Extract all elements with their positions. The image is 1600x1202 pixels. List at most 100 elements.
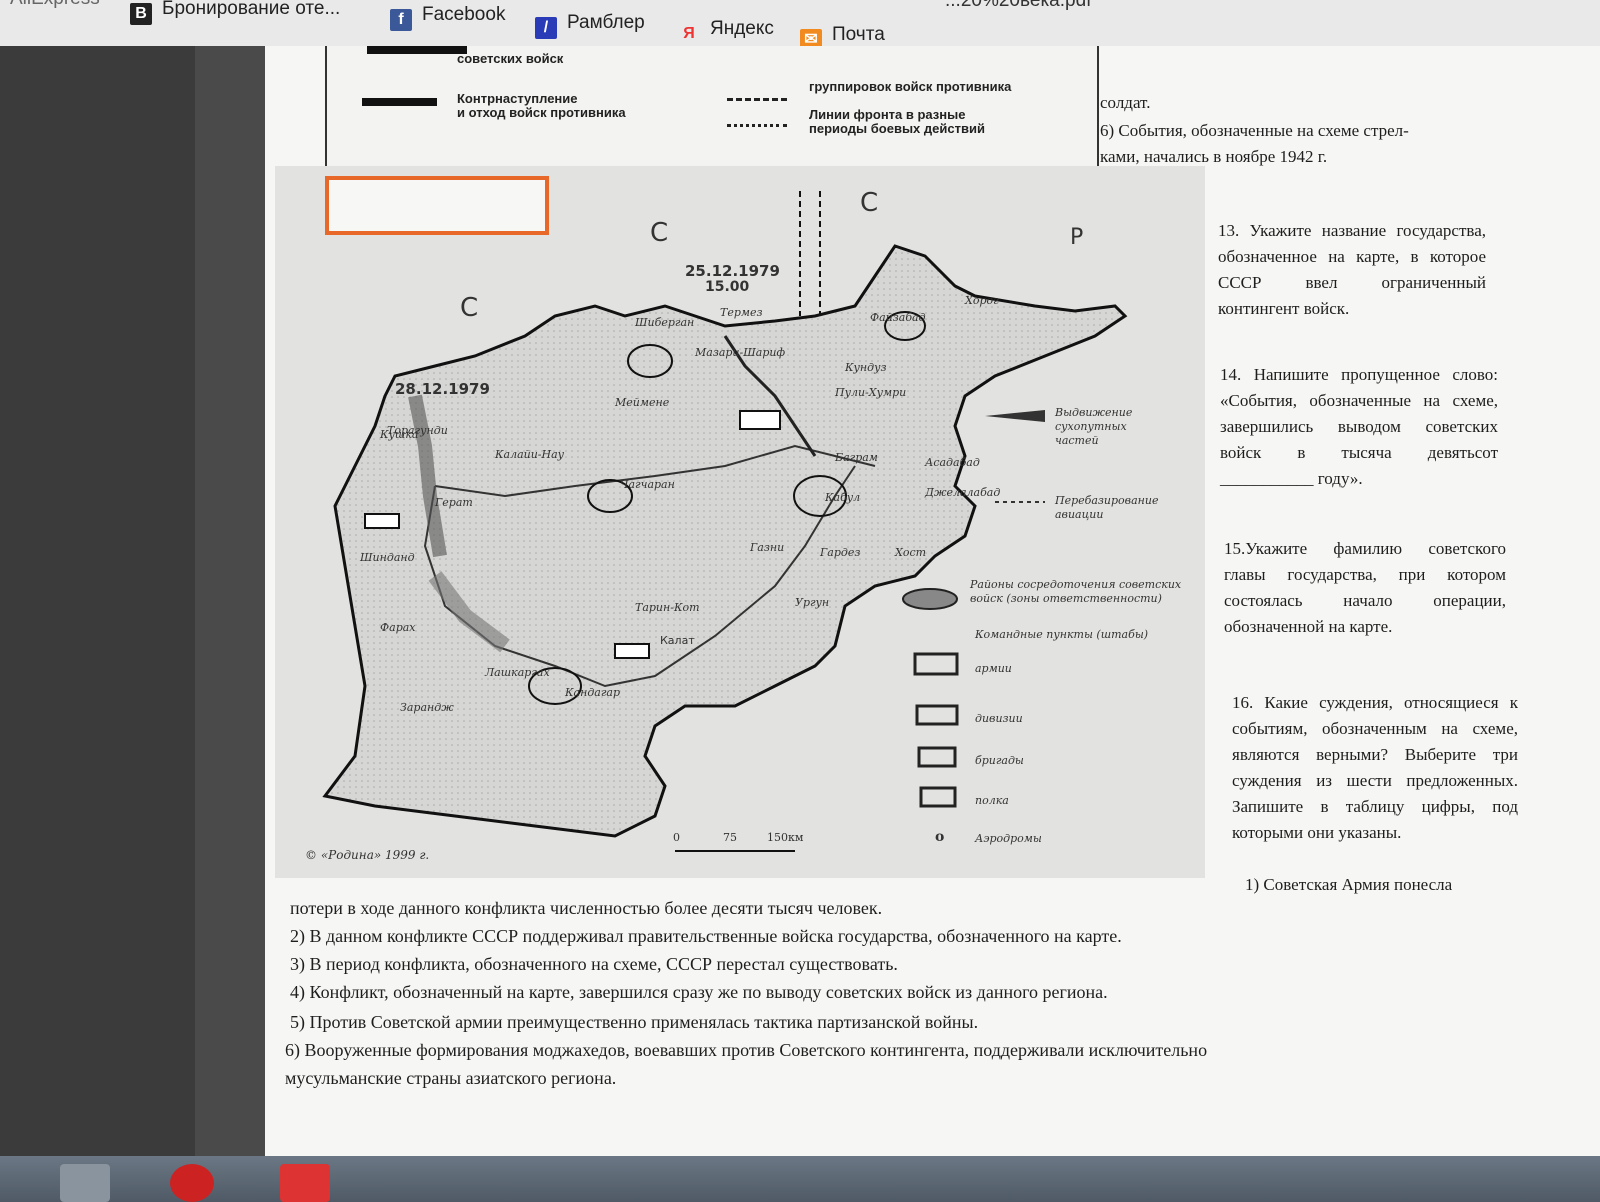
map-time-1: 15.00	[705, 279, 750, 295]
option-6-line1: 6) События, обозначенные на схеме стрел-	[1100, 121, 1409, 140]
map-date-1: 25.12.1979	[685, 262, 780, 280]
map-letter-1: С	[650, 218, 669, 248]
place-label: Файзабад	[870, 311, 926, 324]
pdf-reader-icon[interactable]	[280, 1164, 330, 1202]
airfield-icon: o	[935, 829, 945, 845]
answer-highlight-box	[325, 176, 549, 235]
army-flag-40a	[739, 410, 781, 430]
legend-brigade-icon	[917, 746, 957, 768]
legend-regiment-icon	[919, 786, 957, 808]
arrow-soviet-icon	[367, 46, 467, 54]
afghanistan-map: С С С Р 25.12.1979 15.00 28.12.1979 Терм…	[275, 166, 1205, 878]
option-text-tail: солдат.	[1100, 93, 1151, 112]
opera-icon[interactable]	[170, 1164, 214, 1202]
place-label: Пули-Хумри	[835, 386, 907, 399]
map-date-2: 28.12.1979	[395, 380, 490, 398]
facebook-icon: f	[390, 9, 412, 31]
division-flag-1	[364, 513, 400, 529]
bookmarks-bar: AliExpress BБронирование оте... fFaceboo…	[0, 0, 1600, 51]
option-6b: мусульманские страны азиатского региона.	[285, 1068, 617, 1088]
option-1-start: 1) Советская Армия понесла	[1245, 875, 1453, 894]
option-3: 3) В период конфликта, обозначенного на …	[290, 954, 898, 974]
legend-areas: Районы сосредоточения советских войск (з…	[970, 578, 1182, 605]
place-label: Чагчаран	[620, 478, 675, 491]
place-label: Гардез	[820, 546, 861, 559]
place-label: Хорог	[965, 294, 999, 307]
viewer-gutter	[195, 46, 265, 1156]
place-label: Калайи-Нау	[495, 448, 565, 461]
legend-regiment: полка	[975, 794, 1009, 807]
front-line-icon-2	[727, 124, 787, 127]
explorer-icon[interactable]	[60, 1164, 110, 1202]
option-1-end: потери в ходе данного конфликта численно…	[290, 898, 883, 918]
legend-enemy-groups: группировок войск противника	[809, 79, 1012, 94]
place-label: Кандагар	[565, 686, 621, 699]
brigade-flag-1	[614, 643, 650, 659]
place-label: Зарандж	[400, 701, 454, 714]
place-label: Фарах	[380, 621, 416, 634]
legend-division: дивизии	[975, 712, 1023, 725]
arrow-counter-icon	[362, 98, 437, 106]
country-border	[322, 244, 1128, 838]
place-label: Тарин-Кот	[635, 601, 700, 614]
legend-army-icon	[913, 652, 959, 676]
question-14: 14. Напишите пропущенное слово: «События…	[1220, 365, 1498, 488]
legend-zone-icon	[902, 588, 958, 610]
map-copyright: © «Родина» 1999 г.	[305, 848, 430, 862]
legend-airlift: Перебазирование авиации	[1055, 494, 1159, 521]
booking-icon: B	[130, 3, 152, 25]
place-label: Калат	[660, 634, 695, 647]
place-label: Джелалабад	[925, 486, 1001, 499]
legend-soviet-troops: советских войск	[457, 51, 564, 66]
place-label: Лашкаргах	[485, 666, 550, 679]
bookmark-aliexpress[interactable]: AliExpress	[10, 0, 100, 10]
place-label: Асадабад	[925, 456, 980, 469]
yandex-icon: Я	[683, 25, 695, 42]
scale-0: 0	[673, 831, 680, 844]
question-15: 15.Укажите фамилию советского главы госу…	[1224, 539, 1506, 636]
place-label: Герат	[435, 496, 473, 509]
place-label: Термез	[720, 306, 763, 319]
place-label: Торагунди	[387, 424, 448, 437]
bookmark-facebook[interactable]: f Facebook	[390, 4, 505, 31]
scale-75: 75	[723, 831, 737, 844]
legend-brigade: бригады	[975, 754, 1024, 767]
viewer-background	[0, 46, 195, 1156]
legend-army: армии	[975, 662, 1012, 675]
option-4: 4) Конфликт, обозначенный на карте, заве…	[290, 982, 1108, 1002]
place-label: Кундуз	[845, 361, 887, 374]
legend-advance: Выдвижение сухопутных частей	[1055, 406, 1133, 447]
question-16: 16. Какие суждения, относящиеся к событи…	[1232, 693, 1518, 842]
taskbar	[0, 1156, 1600, 1202]
option-2: 2) В данном конфликте СССР поддерживал п…	[290, 926, 1122, 946]
map-letter-4: Р	[1070, 225, 1084, 250]
legend-division-icon	[915, 704, 959, 726]
map-legend-top: советских войск Контрнаступление и отход…	[325, 46, 1099, 168]
legend-front-lines: Линии фронта в разные периоды боевых дей…	[809, 107, 985, 136]
place-label: Ургун	[795, 596, 830, 609]
legend-command: Командные пункты (штабы)	[975, 628, 1149, 641]
place-label: Газни	[750, 541, 785, 554]
legend-advance-icon	[985, 410, 1045, 422]
map-letter-2: С	[860, 188, 879, 218]
pdf-filename: ...20%20века.pdf	[945, 0, 1092, 11]
scale-150: 150км	[767, 831, 804, 844]
place-label: Шинданд	[360, 551, 415, 564]
place-label: Шиберган	[635, 316, 695, 329]
front-line-icon	[727, 98, 787, 101]
rambler-icon: /	[535, 17, 557, 39]
legend-airfield: Аэродромы	[975, 832, 1042, 845]
place-label: Хост	[895, 546, 927, 559]
option-6a: 6) Вооруженные формирования моджахедов, …	[285, 1040, 1208, 1060]
legend-counter: Контрнаступление и отход войск противник…	[457, 91, 626, 120]
bookmark-rambler[interactable]: / Рамблер	[535, 12, 645, 39]
place-label: Меймене	[615, 396, 670, 409]
place-label: Кабул	[825, 491, 861, 504]
question-13: 13. Укажите название государства, обозна…	[1218, 221, 1486, 318]
map-letter-3: С	[460, 293, 479, 323]
bookmark-booking[interactable]: B Бронирование оте...	[130, 0, 340, 25]
place-label: Баграм	[835, 451, 878, 464]
bookmark-yandex[interactable]: Я Яндекс	[678, 18, 774, 45]
place-label: Мазари-Шариф	[695, 346, 786, 359]
option-5: 5) Против Советской армии преимущественн…	[290, 1012, 979, 1032]
